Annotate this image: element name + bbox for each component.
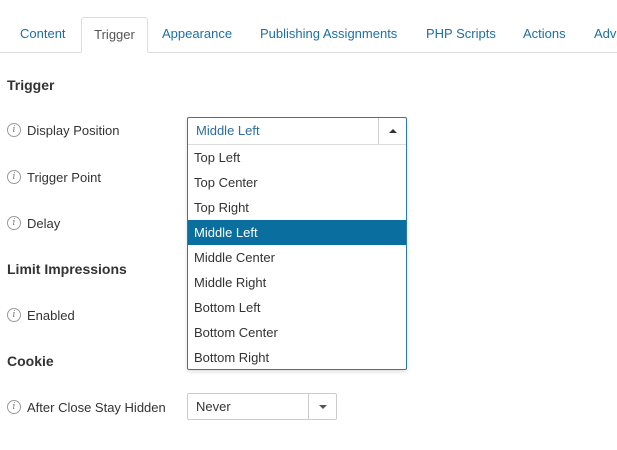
option-top-left[interactable]: Top Left xyxy=(188,145,406,170)
trigger-point-label: i Trigger Point xyxy=(7,168,101,186)
info-icon[interactable]: i xyxy=(7,308,21,322)
enabled-label: i Enabled xyxy=(7,306,75,324)
info-icon[interactable]: i xyxy=(7,123,21,137)
section-title-limit-impressions: Limit Impressions xyxy=(7,261,127,277)
after-close-stay-hidden-label-text: After Close Stay Hidden xyxy=(27,399,166,415)
tab-bar: Content Trigger Appearance Publishing As… xyxy=(0,0,617,53)
caret-up-icon[interactable] xyxy=(378,118,406,144)
after-close-stay-hidden-select[interactable]: Never xyxy=(187,393,337,420)
option-bottom-center[interactable]: Bottom Center xyxy=(188,320,406,345)
tab-publishing-assignments[interactable]: Publishing Assignments xyxy=(260,17,397,53)
option-middle-left[interactable]: Middle Left xyxy=(188,220,406,245)
tab-advanced[interactable]: Adv xyxy=(594,17,616,53)
display-position-label: i Display Position xyxy=(7,121,120,139)
section-title-trigger: Trigger xyxy=(7,77,55,93)
after-close-stay-hidden-value: Never xyxy=(196,399,231,414)
section-title-cookie: Cookie xyxy=(7,353,54,369)
delay-label-text: Delay xyxy=(27,215,61,231)
option-top-center[interactable]: Top Center xyxy=(188,170,406,195)
info-icon[interactable]: i xyxy=(7,170,21,184)
caret-down-icon[interactable] xyxy=(308,394,336,419)
tab-appearance[interactable]: Appearance xyxy=(162,17,232,53)
option-bottom-right[interactable]: Bottom Right xyxy=(188,345,406,370)
display-position-label-text: Display Position xyxy=(27,122,120,138)
enabled-label-text: Enabled xyxy=(27,307,75,323)
info-icon[interactable]: i xyxy=(7,400,21,414)
tab-actions[interactable]: Actions xyxy=(523,17,566,53)
trigger-point-label-text: Trigger Point xyxy=(27,169,101,185)
info-icon[interactable]: i xyxy=(7,216,21,230)
tab-php-scripts[interactable]: PHP Scripts xyxy=(426,17,496,53)
display-position-select-head[interactable]: Middle Left xyxy=(188,118,406,144)
option-bottom-left[interactable]: Bottom Left xyxy=(188,295,406,320)
display-position-value: Middle Left xyxy=(196,123,260,138)
option-middle-center[interactable]: Middle Center xyxy=(188,245,406,270)
display-position-options: Top Left Top Center Top Right Middle Lef… xyxy=(188,144,406,370)
after-close-stay-hidden-label: i After Close Stay Hidden xyxy=(7,398,166,416)
display-position-select[interactable]: Middle Left Top Left Top Center Top Righ… xyxy=(187,117,407,370)
option-top-right[interactable]: Top Right xyxy=(188,195,406,220)
delay-label: i Delay xyxy=(7,214,60,232)
tab-content[interactable]: Content xyxy=(20,17,66,53)
tab-trigger[interactable]: Trigger xyxy=(81,17,148,53)
option-middle-right[interactable]: Middle Right xyxy=(188,270,406,295)
